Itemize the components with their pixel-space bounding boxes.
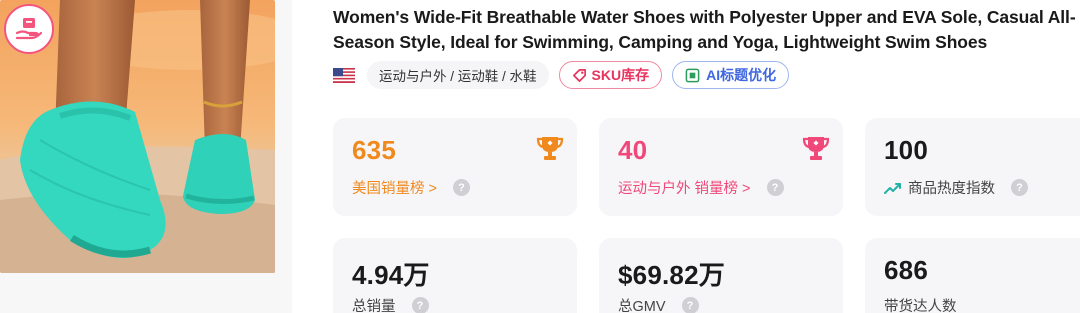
sku-inventory-label: SKU库存	[591, 67, 650, 83]
heat-index-value: 100	[884, 135, 928, 165]
stat-card-creator-count: 686 带货达人数	[865, 238, 1080, 313]
heat-index-label-row: 商品热度指数 ?	[884, 177, 1028, 198]
creator-count-label: 带货达人数	[884, 299, 957, 313]
product-image-panel	[0, 0, 292, 313]
sku-inventory-button[interactable]: SKU库存	[558, 61, 663, 89]
hand-box-icon	[4, 4, 54, 54]
total-gmv-label: 总GMV	[618, 299, 666, 313]
total-sales-value: 4.94万	[352, 260, 430, 290]
ai-title-optimize-button[interactable]: AI标题优化	[672, 61, 790, 89]
trophy-icon	[802, 137, 830, 160]
stat-card-total-sales: 4.94万 总销量 ?	[333, 238, 577, 313]
tag-icon	[572, 68, 586, 82]
total-sales-label: 总销量	[352, 299, 396, 313]
help-icon[interactable]: ?	[1011, 179, 1028, 196]
product-image[interactable]	[0, 0, 275, 273]
stat-card-us-rank: 635 美国销量榜 > ?	[333, 118, 577, 216]
category-rank-label: 运动与户外 销量榜 >	[618, 181, 751, 197]
total-gmv-value: $69.82万	[618, 260, 725, 290]
product-tags-row: 运动与户外 / 运动鞋 / 水鞋 SKU库存 AI标题优化	[333, 61, 790, 89]
stat-card-heat-index: 100 商品热度指数 ?	[865, 118, 1080, 216]
trophy-icon	[536, 137, 564, 160]
creator-count-label-row: 带货达人数	[884, 295, 957, 313]
total-sales-label-row: 总销量 ?	[352, 295, 429, 313]
heat-index-label: 商品热度指数	[908, 181, 995, 197]
us-rank-link[interactable]: 美国销量榜 > ?	[352, 177, 470, 198]
help-icon[interactable]: ?	[453, 179, 470, 196]
ai-title-optimize-label: AI标题优化	[706, 67, 777, 83]
product-title[interactable]: Women's Wide-Fit Breathable Water Shoes …	[333, 5, 1078, 55]
help-icon[interactable]: ?	[411, 297, 429, 313]
trend-up-icon	[884, 182, 901, 194]
us-rank-value: 635	[352, 135, 396, 165]
us-rank-label: 美国销量榜 >	[352, 181, 437, 197]
stat-card-category-rank: 40 运动与户外 销量榜 > ?	[599, 118, 843, 216]
category-rank-value: 40	[618, 135, 648, 165]
us-flag-icon	[333, 67, 355, 83]
category-breadcrumb[interactable]: 运动与户外 / 运动鞋 / 水鞋	[367, 61, 549, 89]
stat-card-total-gmv: $69.82万 总GMV ?	[599, 238, 843, 313]
category-rank-link[interactable]: 运动与户外 销量榜 > ?	[618, 177, 784, 198]
total-gmv-label-row: 总GMV ?	[618, 295, 699, 313]
help-icon[interactable]: ?	[766, 179, 784, 196]
ai-chip-icon	[685, 68, 700, 82]
product-detail-page: Women's Wide-Fit Breathable Water Shoes …	[0, 0, 1080, 313]
help-icon[interactable]: ?	[681, 297, 699, 313]
creator-count-value: 686	[884, 255, 928, 285]
